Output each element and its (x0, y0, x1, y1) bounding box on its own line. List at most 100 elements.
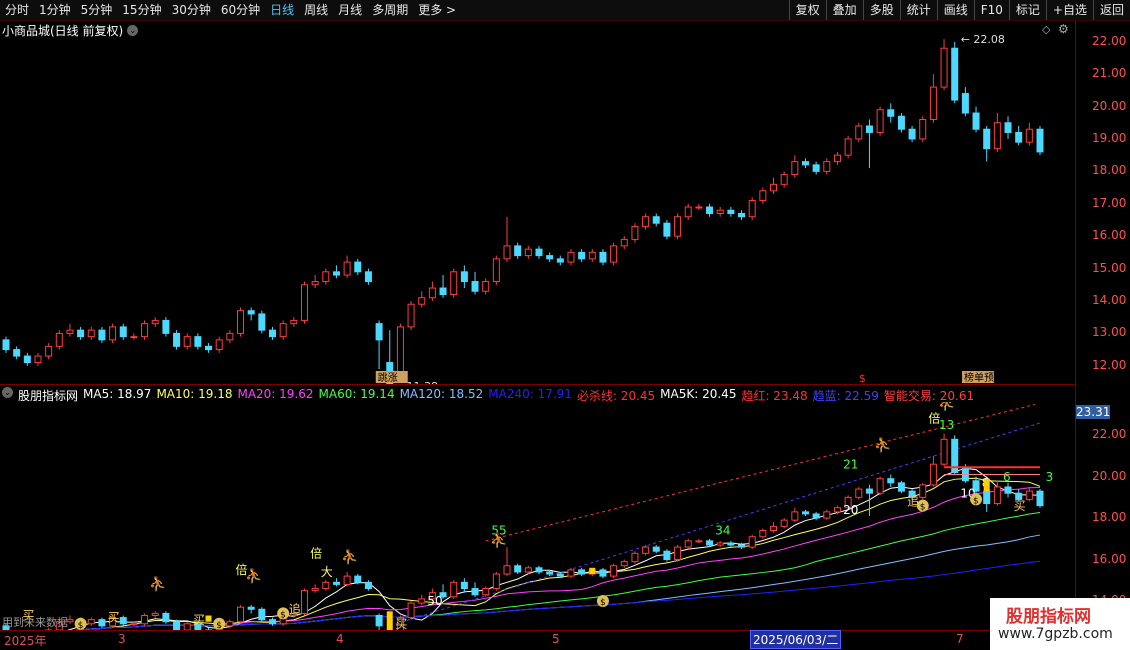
candle-body (1036, 128, 1044, 153)
action-button-1[interactable]: 叠加 (825, 0, 863, 20)
candle-body (556, 258, 564, 263)
chevron-down-icon[interactable]: ⌄ (2, 387, 13, 398)
ind-candle-body (620, 561, 628, 567)
candle-body (578, 251, 586, 260)
candle-body (546, 255, 554, 260)
ind-candle-body (130, 623, 138, 626)
candle-body (279, 323, 287, 338)
candle-body (993, 122, 1001, 150)
candle-body (780, 174, 788, 185)
candle-body (130, 336, 138, 339)
action-button-5[interactable]: F10 (973, 0, 1009, 20)
ind-candle-body (524, 567, 532, 573)
candle-body (194, 336, 202, 347)
date-tick-0: 2025年 (4, 634, 47, 648)
period-tab-1[interactable]: 1分钟 (34, 0, 76, 20)
candle-body (908, 128, 916, 140)
action-button-7[interactable]: +自选 (1045, 0, 1093, 20)
candle-body (727, 209, 735, 214)
candle-body (364, 271, 372, 283)
action-button-0[interactable]: 复权 (788, 0, 826, 20)
ind-candle-body (418, 598, 426, 604)
ind-candle-body (343, 575, 351, 585)
indicator-chart[interactable]: 买买买买追追买倍倍倍大55342113632010508⛹⛹⛹⛹⛹⛹$$$$$$ (0, 402, 1075, 630)
runner-icon: ⛹ (490, 531, 507, 549)
price-tick-6: 16.00 (1092, 228, 1127, 243)
period-tab-3[interactable]: 15分钟 (117, 0, 166, 20)
ind-candle-body (87, 619, 95, 625)
date-tick-1: 3 (118, 632, 126, 646)
candle-body (268, 329, 276, 338)
ind-candle-body (364, 581, 372, 590)
period-tab-2[interactable]: 5分钟 (76, 0, 118, 20)
candle-body (332, 271, 340, 276)
ind-candle-body (578, 569, 586, 575)
period-tab-6[interactable]: 日线 (265, 0, 299, 20)
period-tab-10[interactable]: 更多 > (413, 0, 461, 20)
candle-body (919, 119, 927, 140)
period-tab-8[interactable]: 月线 (333, 0, 367, 20)
ind-candle-body (684, 540, 692, 548)
period-tab-5[interactable]: 60分钟 (216, 0, 265, 20)
candle-body (588, 251, 596, 260)
ind-candle-body (610, 565, 618, 577)
signal-label-16: 3 (1046, 470, 1054, 484)
signal-label-2: 买 (193, 613, 205, 627)
candle-body (354, 261, 362, 273)
date-tick-4: 7 (956, 632, 964, 646)
candle-body (300, 284, 308, 321)
period-tab-4[interactable]: 30分钟 (167, 0, 216, 20)
ind-candle-body (98, 619, 106, 627)
action-button-6[interactable]: 标记 (1008, 0, 1046, 20)
signal-bar (386, 611, 393, 630)
candle-body (652, 216, 660, 224)
signal-bar (589, 567, 596, 575)
action-button-8[interactable]: 返回 (1092, 0, 1130, 20)
ind-candle-body (642, 546, 650, 554)
period-tab-9[interactable]: 多周期 (367, 0, 413, 20)
ma-line-3 (74, 512, 1041, 630)
candle-body (620, 238, 628, 247)
candle-body (109, 326, 117, 341)
candle-body (258, 313, 266, 331)
action-button-4[interactable]: 画线 (936, 0, 974, 20)
signal-label-12: 34 (715, 524, 730, 538)
ind-candle-body (162, 612, 170, 623)
candlestick-chart[interactable]: ← 22.08← 11.38跳涨榜单预$ (0, 20, 1075, 384)
candle-body (716, 209, 724, 214)
candle-body (407, 303, 415, 328)
runner-icon: ⛹ (149, 575, 166, 593)
indicator-tick-2: 18.00 (1092, 510, 1127, 525)
candle-body (897, 115, 905, 130)
watermark-url: www.7gpzb.com (998, 626, 1113, 642)
candle-body (66, 329, 74, 334)
candle-body (151, 319, 159, 325)
action-button-2[interactable]: 多股 (862, 0, 900, 20)
watermark-title: 股朋指标网 (1006, 607, 1091, 627)
runner-icon: ⛹ (245, 566, 262, 584)
high-price-label: ← 22.08 (961, 33, 1005, 46)
ind-candle-body (173, 621, 181, 630)
ind-candle-body (556, 573, 564, 577)
price-tick-10: 12.00 (1092, 357, 1127, 372)
ind-candle-body (268, 619, 276, 625)
event-marker: $ (859, 372, 866, 384)
runner-icon: ⛹ (341, 548, 358, 566)
signal-label-19: 50 (427, 594, 442, 608)
signal-label-13: 21 (843, 457, 858, 471)
period-tab-7[interactable]: 周线 (299, 0, 333, 20)
ind-candle-body (983, 490, 991, 505)
runner-icon: ⛹ (938, 402, 955, 412)
action-button-3[interactable]: 统计 (899, 0, 937, 20)
ind-candle-body (812, 513, 820, 519)
price-tick-0: 22.00 (1092, 33, 1127, 48)
candle-body (13, 349, 21, 357)
candle-body (162, 319, 170, 334)
candle-body (2, 339, 10, 351)
price-tick-7: 15.00 (1092, 260, 1127, 275)
candle-body (514, 245, 522, 257)
candle-body (77, 329, 85, 338)
period-tab-0[interactable]: 分时 (0, 0, 34, 20)
candle-body (141, 323, 149, 338)
ind-candle-body (823, 511, 831, 519)
